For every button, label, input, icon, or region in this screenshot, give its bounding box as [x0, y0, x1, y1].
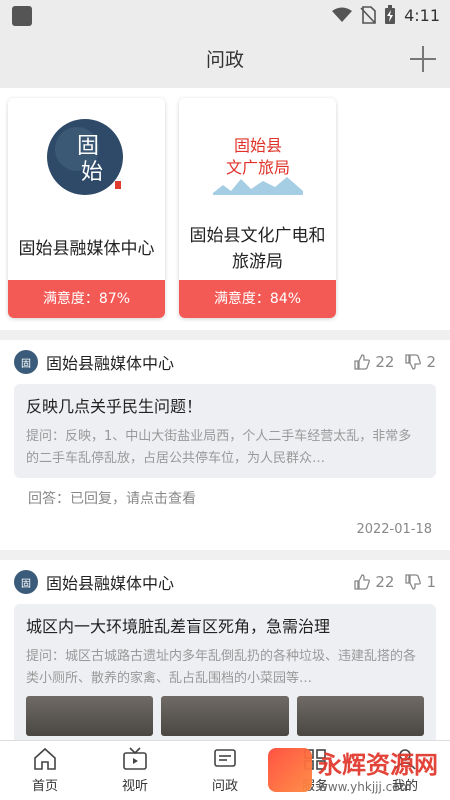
status-bar: 4:11 [0, 0, 450, 32]
avatar: 固 [14, 350, 38, 374]
divider [0, 550, 450, 560]
department-logo: 固 始 [8, 98, 165, 218]
thumbs-down-icon[interactable] [404, 353, 422, 371]
svg-text:固始县: 固始县 [233, 136, 281, 155]
no-sim-icon [360, 6, 376, 24]
question-title: 城区内一大环境脏乱差盲区死角，急需治理 [26, 617, 331, 636]
down-count: 1 [426, 573, 436, 591]
department-name: 固始县融媒体中心 [18, 239, 155, 259]
question-box[interactable]: 反映几点关乎民生问题！ 提问：反映，1、中山大街盐业局西，个人二手车经营太乱，非… [14, 384, 436, 478]
photo-thumbnails [26, 696, 424, 736]
battery-icon [385, 5, 396, 24]
satisfaction-rate: 满意度：84% [179, 280, 336, 318]
photo-thumbnail[interactable] [161, 696, 289, 736]
post-org-name: 固始县融媒体中心 [46, 354, 175, 373]
avatar: 固 [14, 570, 38, 594]
tab-video[interactable]: 视听 [90, 741, 180, 800]
up-count: 22 [375, 573, 395, 591]
status-icons: 4:11 [332, 5, 440, 25]
department-card[interactable]: 固 始 固始县融媒体中心 满意度：87% [8, 98, 165, 318]
down-count: 2 [426, 353, 436, 371]
post-date: 2022-01-18 [356, 522, 432, 537]
clock: 4:11 [404, 5, 440, 25]
question-text: 提问：反映，1、中山大街盐业局西，个人二手车经营太乱，非常多的二手车乱停乱放，占… [26, 429, 412, 466]
page-title: 问政 [205, 49, 244, 71]
vote-counts: 22 2 [353, 353, 436, 371]
department-name: 固始县文化广电和旅游局 [189, 226, 326, 272]
wifi-icon [332, 7, 353, 22]
logo-text-1: 固 [77, 134, 99, 159]
tab-ask[interactable]: 问政 [180, 741, 270, 800]
watermark-title: 永辉资源网 [318, 751, 438, 779]
svg-text:文广旅局: 文广旅局 [225, 158, 289, 177]
watermark-logo-icon [268, 747, 312, 792]
question-box[interactable]: 城区内一大环境脏乱差盲区死角，急需治理 提问：城区古城路古遗址内多年乱倒乱扔的各… [14, 604, 436, 744]
thumbs-up-icon[interactable] [353, 353, 371, 371]
answer-text[interactable]: 回答：已回复，请点击查看 [14, 478, 436, 514]
satisfaction-rate: 满意度：87% [8, 280, 165, 318]
department-cards: 固 始 固始县融媒体中心 满意度：87% 固始县 文广旅局 固始县文化广电和旅游… [0, 88, 450, 330]
question-post[interactable]: 固 固始县融媒体中心 22 2 反映几点关乎民生问题！ 提问：反映，1、中山大街… [0, 340, 450, 550]
app-notification-icon [12, 6, 32, 26]
question-title: 反映几点关乎民生问题！ [26, 397, 203, 416]
photo-thumbnail[interactable] [296, 696, 424, 736]
thumbs-up-icon[interactable] [353, 573, 371, 591]
app-header: 问政 [0, 32, 450, 88]
question-text: 提问：城区古城路古遗址内多年乱倒乱扔的各种垃圾、违建乱搭的各类小厕所、散养的家禽… [26, 649, 417, 686]
department-card[interactable]: 固始县 文广旅局 固始县文化广电和旅游局 满意度：84% [179, 98, 336, 318]
watermark-url: www.yhkjjj.com [318, 780, 412, 794]
tab-label: 首页 [31, 779, 58, 794]
watermark: 永辉资源网 www.yhkjjj.com [268, 745, 438, 794]
logo-text-2: 始 [81, 160, 103, 185]
up-count: 22 [375, 353, 395, 371]
vote-counts: 22 1 [353, 573, 436, 591]
department-logo: 固始县 文广旅局 [179, 98, 336, 218]
photo-thumbnail[interactable] [26, 696, 154, 736]
tab-home[interactable]: 首页 [0, 741, 90, 800]
post-org-name: 固始县融媒体中心 [46, 574, 175, 593]
divider [0, 330, 450, 340]
thumbs-down-icon[interactable] [404, 573, 422, 591]
ask-icon [214, 749, 236, 767]
tv-icon [123, 747, 147, 770]
tab-label: 问政 [211, 779, 238, 794]
add-icon[interactable] [410, 46, 436, 72]
tab-label: 视听 [121, 779, 148, 794]
home-icon [34, 747, 56, 770]
question-post[interactable]: 固 固始县融媒体中心 22 1 城区内一大环境脏乱差盲区死角，急需治理 提问：城… [0, 560, 450, 760]
